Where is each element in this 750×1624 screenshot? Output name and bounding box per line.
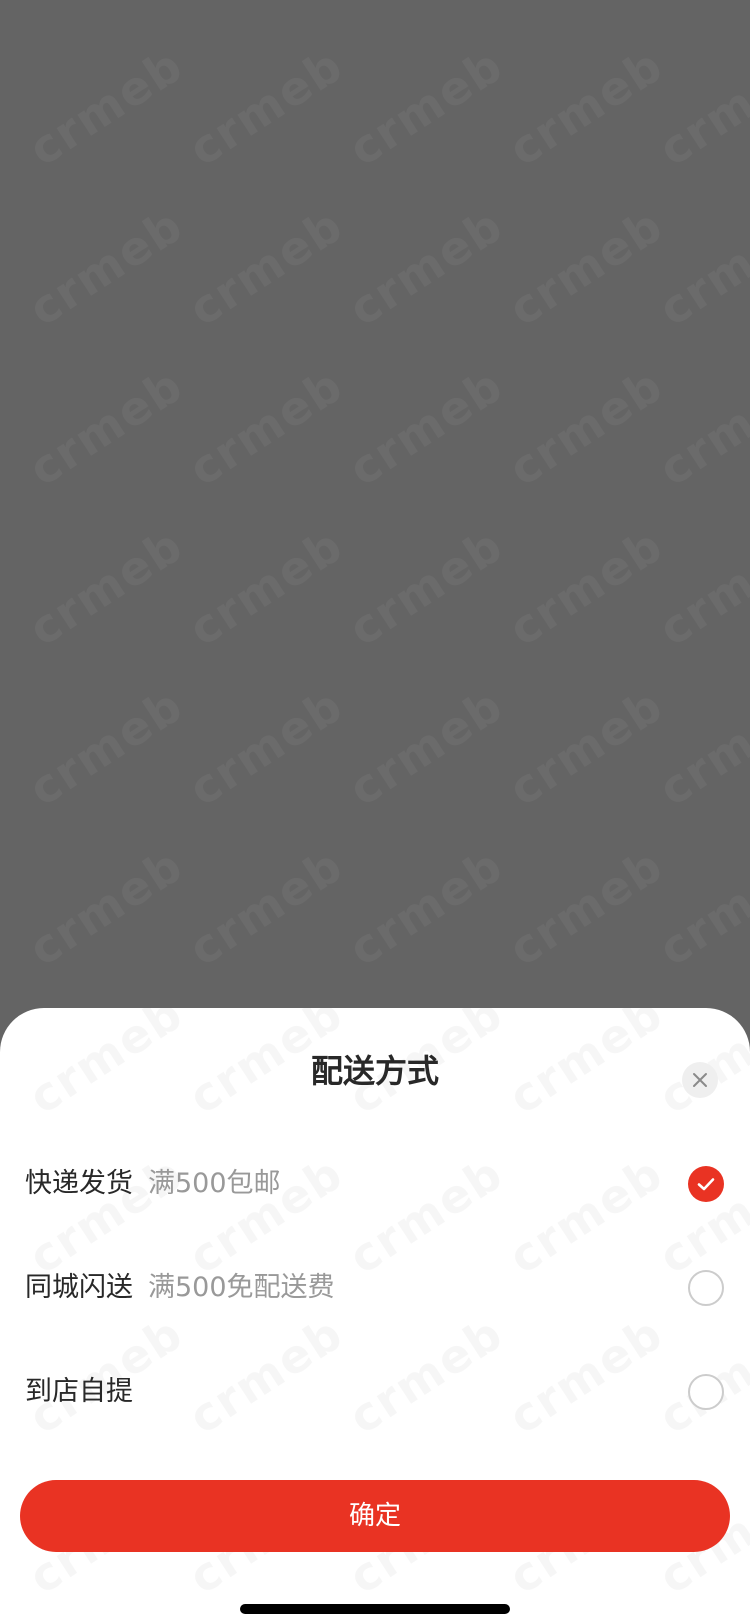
delivery-option-pickup[interactable]: 到店自提 bbox=[0, 1342, 750, 1442]
option-desc: 满500包邮 bbox=[148, 1168, 281, 1199]
sheet-title: 配送方式 bbox=[310, 1052, 439, 1090]
delivery-option-same-city[interactable]: 同城闪送 满500免配送费 bbox=[0, 1238, 750, 1338]
radio-checked[interactable] bbox=[688, 1166, 724, 1202]
home-indicator bbox=[240, 1604, 510, 1614]
option-label: 快递发货 bbox=[25, 1168, 133, 1199]
radio-unchecked[interactable] bbox=[688, 1270, 724, 1306]
option-label: 到店自提 bbox=[25, 1376, 133, 1407]
radio-unchecked[interactable] bbox=[688, 1374, 724, 1410]
close-icon bbox=[693, 1073, 707, 1087]
option-desc: 满500免配送费 bbox=[148, 1272, 335, 1303]
delivery-method-sheet: crmeb crmeb crmeb crmeb crmeb crmeb crme… bbox=[0, 1008, 750, 1624]
close-button[interactable] bbox=[682, 1062, 718, 1098]
confirm-button[interactable]: 确定 bbox=[20, 1480, 730, 1552]
delivery-option-express[interactable]: 快递发货 满500包邮 bbox=[0, 1134, 750, 1234]
checkmark-icon bbox=[697, 1178, 715, 1191]
option-label: 同城闪送 bbox=[25, 1272, 133, 1303]
